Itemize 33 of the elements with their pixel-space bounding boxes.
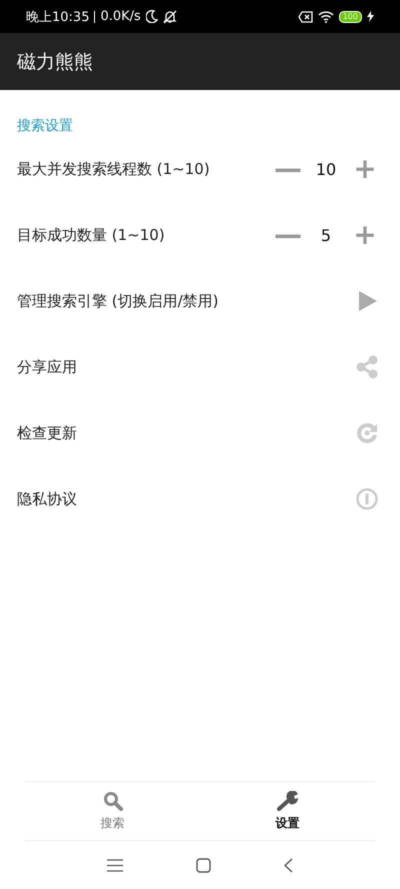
setting-label: 目标成功数量 (1~10) — [17, 226, 166, 244]
decrement-button[interactable]: — — [274, 155, 300, 183]
share-icon[interactable] — [356, 355, 378, 379]
setting-label: 检查更新 — [17, 424, 78, 442]
stepper-value: 10 — [314, 160, 338, 178]
wifi-icon — [318, 10, 334, 22]
status-time: 晚上10:35 — [26, 8, 90, 26]
back-icon[interactable] — [284, 858, 294, 872]
decrement-button[interactable]: — — [274, 221, 300, 249]
section-title: 搜索设置 — [17, 117, 74, 136]
search-icon — [102, 790, 122, 810]
increment-button[interactable]: + — [352, 155, 378, 183]
muted-bell-icon — [162, 10, 177, 24]
setting-label: 隐私协议 — [17, 490, 78, 508]
setting-label: 管理搜索引擎 (切换启用/禁用) — [17, 292, 220, 310]
wrench-icon — [276, 790, 298, 810]
moon-icon — [146, 10, 158, 23]
info-icon[interactable] — [356, 488, 378, 510]
home-icon[interactable] — [196, 858, 211, 872]
charging-icon — [367, 11, 374, 22]
battery-icon: 100 — [338, 10, 362, 22]
setting-label: 最大并发搜索线程数 (1~10) — [17, 160, 211, 178]
refresh-icon[interactable] — [356, 422, 378, 444]
stepper-value: 5 — [320, 226, 332, 244]
app-title: 磁力熊熊 — [17, 50, 93, 74]
increment-button[interactable]: + — [352, 221, 378, 249]
network-speed: 0.0K/s — [100, 9, 141, 24]
play-icon[interactable] — [358, 290, 378, 312]
setting-label: 分享应用 — [17, 358, 78, 376]
nav-tab[interactable]: 搜索 — [25, 782, 200, 840]
menu-icon[interactable] — [106, 858, 123, 872]
nav-tab[interactable]: 设置 — [200, 782, 375, 840]
sim-icon — [298, 10, 313, 22]
